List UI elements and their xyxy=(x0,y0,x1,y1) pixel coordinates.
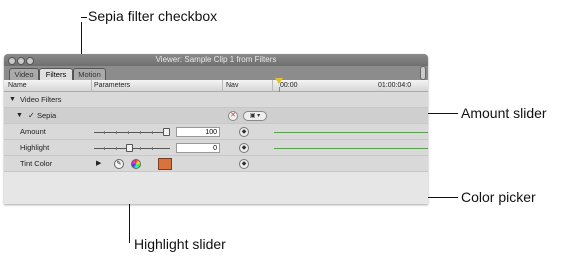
sepia-filter-checkbox[interactable]: ✓ xyxy=(28,108,35,124)
highlight-slider-thumb[interactable] xyxy=(126,144,133,152)
highlight-row: Highlight 0 ◆ xyxy=(4,140,428,156)
tint-color-label: Tint Color xyxy=(20,159,53,168)
column-header-parameters: Parameters xyxy=(94,82,131,89)
slider-tick xyxy=(128,131,129,134)
callout-highlight-slider: Highlight slider xyxy=(134,236,226,252)
keyframe-button[interactable]: ◆ xyxy=(239,143,249,153)
disclosure-triangle-icon[interactable]: ▼ xyxy=(9,92,16,108)
reset-button[interactable]: ✕ xyxy=(228,111,238,121)
window-title: Viewer: Sample Clip 1 from Filters xyxy=(155,55,277,64)
disclosure-triangle-icon[interactable]: ▶ xyxy=(96,156,101,172)
slider-tick xyxy=(140,147,141,150)
column-header-name: Name xyxy=(8,82,27,89)
video-filters-row: ▼ Video Filters xyxy=(4,92,428,108)
highlight-label: Highlight xyxy=(20,143,50,152)
timecode-end: 01:00:04:0 xyxy=(378,82,412,89)
video-filters-label: Video Filters xyxy=(20,95,62,104)
callout-amount-slider: Amount slider xyxy=(461,105,547,121)
highlight-keyframe-line xyxy=(274,148,428,149)
callout-color-picker: Color picker xyxy=(461,189,536,205)
slider-tick xyxy=(104,147,105,150)
tint-color-row: Tint Color ▶ ✎ ◆ xyxy=(4,156,428,172)
callout-sepia-filter-checkbox: Sepia filter checkbox xyxy=(88,8,218,24)
tab-motion[interactable]: Motion xyxy=(73,68,106,80)
viewer-window: Viewer: Sample Clip 1 from Filters Video… xyxy=(4,54,428,204)
empty-parameter-area xyxy=(4,172,428,204)
slider-tick xyxy=(104,131,105,134)
amount-value-field[interactable]: 100 xyxy=(176,127,220,137)
slider-tick xyxy=(152,147,153,150)
scroll-handle[interactable] xyxy=(420,66,426,80)
leader-sepia-horizontal xyxy=(81,17,87,18)
disclosure-triangle-icon[interactable]: ▼ xyxy=(16,108,23,124)
slider-tick xyxy=(152,131,153,134)
slider-tick xyxy=(140,131,141,134)
eyedropper-icon[interactable]: ✎ xyxy=(114,159,124,169)
tab-video[interactable]: Video xyxy=(9,68,39,80)
tab-bar: Video Filters Motion xyxy=(4,66,428,80)
keyframe-button[interactable]: ◆ xyxy=(239,159,249,169)
color-picker-swatch[interactable] xyxy=(158,158,172,170)
column-header-row: Name Parameters Nav 00:00 01:00:04:0 xyxy=(4,78,428,92)
sepia-row: ▼ ✓ Sepia ✕ ▣ ▾ xyxy=(4,108,428,124)
amount-row: Amount 100 ◆ xyxy=(4,124,428,140)
keyframe-button[interactable]: ◆ xyxy=(239,127,249,137)
color-wheel-icon[interactable] xyxy=(131,159,141,169)
sepia-label: Sepia xyxy=(37,111,57,120)
highlight-value-field[interactable]: 0 xyxy=(176,143,220,153)
playhead-marker-icon[interactable] xyxy=(275,78,283,84)
column-header-nav: Nav xyxy=(226,82,239,89)
slider-tick xyxy=(116,131,117,134)
tab-filters[interactable]: Filters xyxy=(39,68,73,80)
amount-slider-track[interactable] xyxy=(94,132,170,133)
amount-slider-thumb[interactable] xyxy=(163,128,170,136)
filter-menu-button[interactable]: ▣ ▾ xyxy=(243,111,267,121)
title-bar: Viewer: Sample Clip 1 from Filters xyxy=(4,54,428,66)
amount-keyframe-line xyxy=(274,132,428,133)
slider-tick xyxy=(116,147,117,150)
amount-label: Amount xyxy=(20,127,46,136)
